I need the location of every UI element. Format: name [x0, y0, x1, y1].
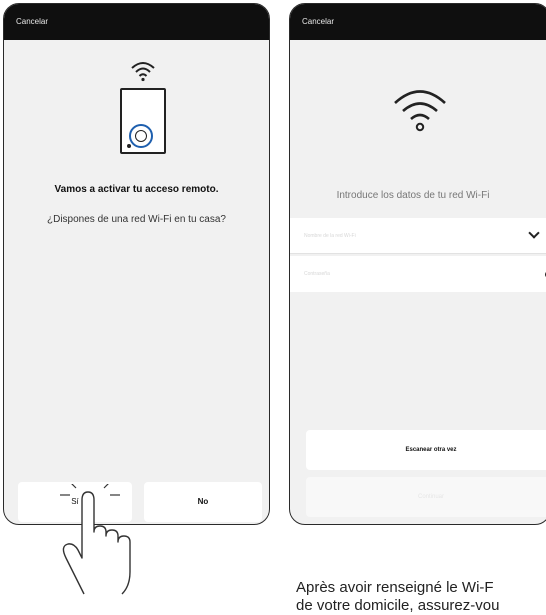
phone-screen-right: Cancelar Introduce los datos de tu red W… — [289, 3, 546, 525]
cancel-link[interactable]: Cancelar — [302, 17, 334, 26]
no-button[interactable]: No — [144, 482, 262, 522]
socket-icon — [129, 124, 153, 148]
caption-text: Après avoir renseigné le Wi-F de votre d… — [296, 579, 499, 615]
phone-screen-left: Cancelar Vamos a activar tu acceso remot… — [3, 3, 270, 525]
tapping-hand-icon — [60, 484, 131, 595]
scan-again-label: Escanear otra vez — [405, 447, 457, 453]
top-bar: Cancelar — [290, 4, 546, 40]
chevron-down-icon[interactable] — [528, 227, 540, 239]
wifi-prompt: Introduce los datos de tu red Wi-Fi — [336, 190, 490, 201]
top-bar: Cancelar — [4, 4, 269, 40]
question-text: ¿Dispones de una red Wi-Fi en tu casa? — [47, 214, 226, 225]
continue-label: Continuar — [417, 494, 444, 500]
caption-line-1: Après avoir renseigné le Wi-F — [296, 579, 494, 596]
password-field[interactable]: Contraseña — [290, 256, 546, 292]
continue-button[interactable]: Continuar — [306, 477, 546, 517]
heading: Vamos a activar tu acceso remoto. — [54, 184, 219, 195]
no-button-label: No — [197, 497, 209, 506]
password-placeholder: Contraseña — [304, 271, 330, 277]
cancel-link[interactable]: Cancelar — [16, 17, 48, 26]
wifi-icon — [131, 62, 155, 82]
wifi-icon — [394, 90, 446, 132]
network-name-field[interactable]: Nombre de la red Wi-Fi — [290, 218, 546, 254]
caption-line-2: de votre domicile, assurez-vou — [296, 597, 500, 614]
smart-plug-icon — [120, 88, 166, 154]
scan-again-button[interactable]: Escanear otra vez — [306, 430, 546, 470]
network-name-placeholder: Nombre de la red Wi-Fi — [304, 233, 356, 239]
